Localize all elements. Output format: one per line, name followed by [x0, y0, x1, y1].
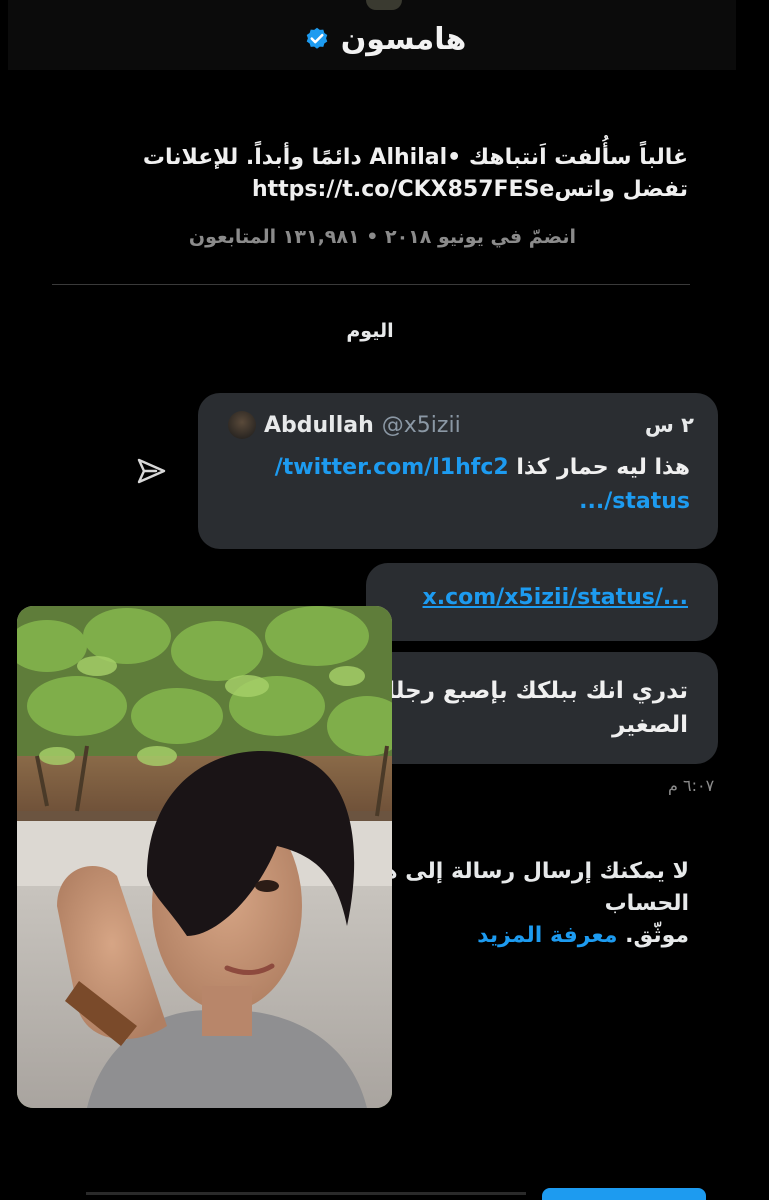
text-message-line-1: تدري انك ببلكك بإصبع رجلك: [374, 678, 688, 704]
author-handle: @x5izii: [381, 412, 461, 438]
text-message-line-2: الصغير: [612, 712, 688, 738]
author-name: Abdullah: [264, 412, 374, 438]
tweet-header: Abdullah @x5izii ٢ س: [228, 411, 694, 439]
send-arrow-icon[interactable]: [134, 456, 168, 486]
photo-illustration: [17, 606, 392, 1108]
quoted-tweet-card[interactable]: Abdullah @x5izii ٢ س هذا ليه حمار كذا tw…: [198, 393, 718, 549]
verified-badge-icon: [306, 27, 327, 49]
bio-line-1: غالباً سأُلفت اَنتباهك •Alhilal دائمًا و…: [142, 145, 688, 170]
text-message-body: تدري انك ببلكك بإصبع رجلك الصغير: [348, 674, 688, 742]
profile-name-text: هامسون: [340, 22, 467, 57]
link-message[interactable]: x.com/x5izii/status/...: [366, 563, 718, 641]
message-timestamp: ٦:٠٧ م: [668, 776, 715, 795]
day-separator: اليوم: [346, 320, 394, 342]
tweet-text: هذا ليه حمار كذا twitter.com/l1hfc2/ sta…: [228, 451, 690, 519]
text-message[interactable]: تدري انك ببلكك بإصبع رجلك الصغير: [340, 652, 718, 764]
notice-line-2: موثّق.: [625, 923, 689, 948]
profile-name: هامسون: [0, 22, 769, 57]
notice-line-1: لا يمكنك إرسال رسالة إلى هذا الحساب: [362, 859, 689, 916]
profile-bio: غالباً سأُلفت اَنتباهك •Alhilal دائمًا و…: [40, 142, 688, 206]
divider: [52, 284, 690, 285]
bottom-action-button[interactable]: [542, 1188, 706, 1200]
tweet-time: ٢ س: [644, 413, 694, 437]
bio-line-2[interactable]: تفضل واتسhttps://t.co/CKX857FESe: [40, 174, 688, 206]
link-message-text[interactable]: x.com/x5izii/status/...: [423, 585, 688, 610]
tweet-link-cont[interactable]: status/...: [579, 489, 690, 514]
bottom-bar: [86, 1192, 526, 1195]
tweet-link[interactable]: twitter.com/l1hfc2/: [275, 455, 509, 480]
tweet-author[interactable]: Abdullah @x5izii: [228, 411, 461, 439]
learn-more-link[interactable]: معرفة المزيد: [477, 923, 617, 948]
joined-followers: انضمّ في يونيو ٢٠١٨ • ١٣١,٩٨١ المتابعون: [188, 226, 576, 248]
selfie-photo: [17, 606, 392, 1108]
avatar[interactable]: [366, 0, 402, 10]
author-avatar[interactable]: [228, 411, 256, 439]
tweet-body: هذا ليه حمار كذا: [516, 455, 690, 480]
